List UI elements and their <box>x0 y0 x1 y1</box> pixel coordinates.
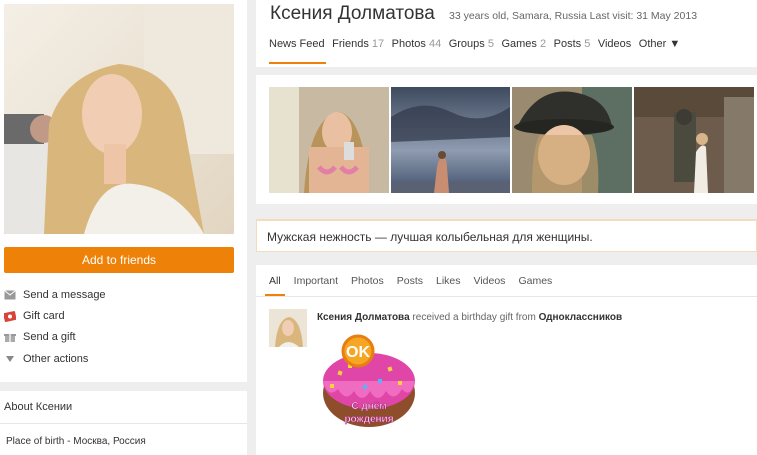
gift-card-icon <box>4 310 16 322</box>
feed-tab-posts[interactable]: Posts <box>397 275 423 287</box>
event-actor[interactable]: Ксения Долматова <box>317 312 410 323</box>
about-title: About Ксении <box>0 391 247 424</box>
triangle-down-icon <box>4 353 16 365</box>
nav-active-indicator <box>269 62 326 64</box>
send-gift-label: Send a gift <box>23 331 76 344</box>
gift-caption-2: рождения <box>344 414 393 425</box>
photo-thumb-3[interactable] <box>512 87 632 193</box>
birthday-gift-image[interactable]: OK С днём рождения <box>318 329 420 431</box>
nav-groups[interactable]: Groups 5 <box>449 38 494 50</box>
gift-caption-1: С днём <box>351 401 386 412</box>
profile-actions: Send a message Gift card Send a gift Oth… <box>4 284 240 370</box>
about-card: About Ксении Place of birth - Москва, Ро… <box>0 391 247 455</box>
place-of-birth: Place of birth - Москва, Россия <box>6 436 146 447</box>
profile-photo[interactable] <box>4 4 234 234</box>
photo-thumb-4[interactable] <box>634 87 754 193</box>
status-message: Мужская нежность — лучшая колыбельная дл… <box>256 219 757 252</box>
nav-news-feed[interactable]: News Feed <box>269 38 325 50</box>
send-message-label: Send a message <box>23 288 106 301</box>
nav-other[interactable]: Other ▼ <box>639 38 680 50</box>
nav-games[interactable]: Games 2 <box>501 38 546 50</box>
nav-photos[interactable]: Photos 44 <box>392 38 442 50</box>
feed-tabs: All Important Photos Posts Likes Videos … <box>269 275 565 287</box>
feed-divider <box>256 296 757 297</box>
photo-thumb-1[interactable] <box>269 87 389 193</box>
nav-videos[interactable]: Videos <box>598 38 631 50</box>
add-to-friends-button[interactable]: Add to friends <box>4 247 234 273</box>
profile-card: Add to friends Send a message Gift card … <box>0 0 247 382</box>
send-message-action[interactable]: Send a message <box>4 284 240 305</box>
profile-nav: News Feed Friends 17 Photos 44 Groups 5 … <box>269 38 688 50</box>
gift-icon <box>4 331 16 343</box>
profile-header: Ксения Долматова 33 years old, Samara, R… <box>256 0 757 67</box>
other-actions-action[interactable]: Other actions <box>4 348 240 369</box>
event-source[interactable]: Одноклассников <box>539 312 623 323</box>
avatar[interactable] <box>269 309 307 347</box>
feed-tab-videos[interactable]: Videos <box>474 275 506 287</box>
send-gift-action[interactable]: Send a gift <box>4 327 240 348</box>
nav-posts[interactable]: Posts 5 <box>554 38 591 50</box>
profile-name: Ксения Долматова <box>270 3 435 24</box>
feed-tab-important[interactable]: Important <box>294 275 338 287</box>
nav-friends[interactable]: Friends 17 <box>332 38 384 50</box>
feed-tab-likes[interactable]: Likes <box>436 275 461 287</box>
event-description: received a birthday gift from <box>412 312 536 323</box>
feed-event-text: Ксения Долматова received a birthday gif… <box>317 312 622 323</box>
feed-tab-all[interactable]: All <box>269 275 281 287</box>
photo-strip <box>256 75 757 204</box>
feed-tab-games[interactable]: Games <box>518 275 552 287</box>
other-actions-label: Other actions <box>23 352 89 365</box>
gift-logo: OK <box>346 344 370 361</box>
gift-card-action[interactable]: Gift card <box>4 305 240 326</box>
feed-tab-photos[interactable]: Photos <box>351 275 384 287</box>
news-feed: All Important Photos Posts Likes Videos … <box>256 265 757 455</box>
gift-card-label: Gift card <box>23 310 65 323</box>
envelope-icon <box>4 289 16 301</box>
photo-thumb-2[interactable] <box>391 87 510 193</box>
profile-meta: 33 years old, Samara, Russia Last visit:… <box>449 10 698 22</box>
